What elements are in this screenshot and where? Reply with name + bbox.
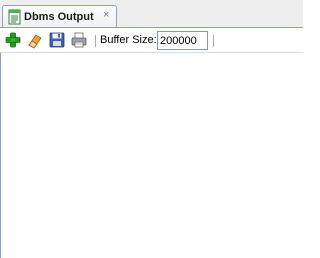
tab-dbms-output[interactable]: Dbms Output × — [2, 5, 117, 28]
print-button[interactable] — [70, 31, 88, 49]
save-button[interactable] — [48, 31, 66, 49]
buffer-size-input[interactable] — [157, 31, 208, 50]
eraser-icon — [28, 34, 42, 49]
dbms-output-panel: Dbms Output × Buffer Size: 200000 — [0, 0, 303, 258]
toolbar-separator — [95, 35, 96, 47]
tab-label: Dbms Output — [24, 11, 94, 23]
toolbar: Buffer Size: — [0, 28, 303, 52]
toolbar-separator — [213, 35, 214, 47]
tab-strip: Dbms Output × — [0, 0, 303, 28]
printer-icon — [71, 32, 87, 48]
document-output-icon — [8, 9, 21, 25]
green-plus-icon — [5, 32, 21, 48]
clear-button[interactable] — [26, 31, 44, 49]
enable-output-button[interactable] — [4, 31, 22, 49]
output-area[interactable] — [0, 52, 303, 258]
output-area-border — [0, 52, 303, 53]
close-icon[interactable]: × — [103, 9, 109, 21]
buffer-size-label: Buffer Size: — [100, 34, 157, 46]
floppy-disk-icon — [49, 32, 65, 48]
